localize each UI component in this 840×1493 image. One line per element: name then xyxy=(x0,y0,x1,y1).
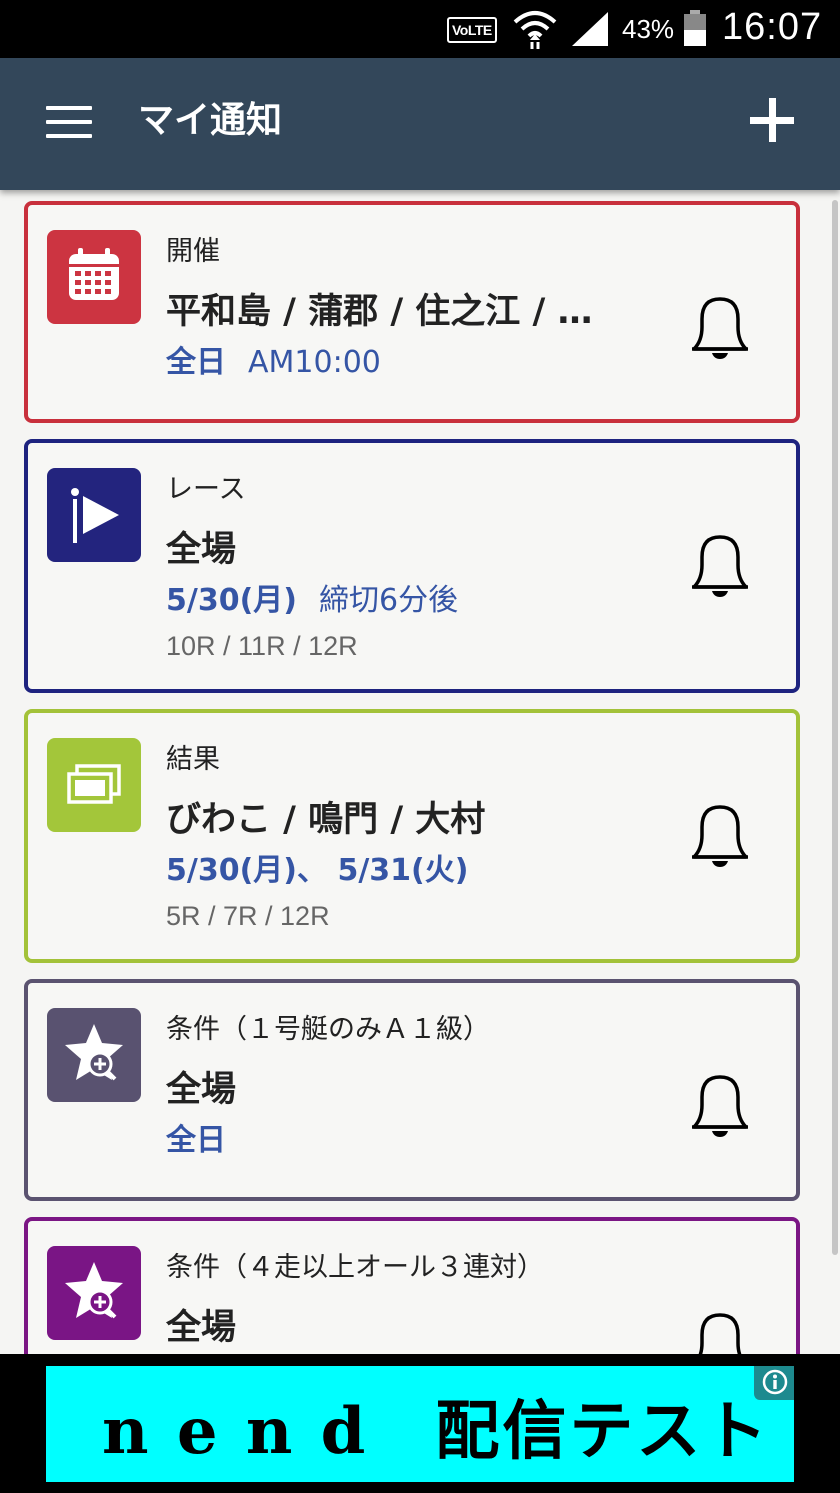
volte-indicator: VoLTE xyxy=(447,17,497,43)
card-category: 条件（１号艇のみＡ１級） xyxy=(166,1014,490,1045)
race-start-flag-icon xyxy=(47,468,141,562)
card-races: 10R / 11R / 12R xyxy=(166,631,358,661)
star-condition-icon xyxy=(47,1008,141,1102)
notification-card-condition[interactable]: 条件（４走以上オール３連対） 全場 xyxy=(24,1217,800,1354)
battery-percent: 43% xyxy=(622,14,675,44)
card-date: 全日 xyxy=(166,345,226,380)
notification-list[interactable]: 開催 平和島 / 蒲郡 / 住之江 / … 全日 AM10:00 レース 全場 5… xyxy=(0,190,840,1354)
card-date: 5/30(月) xyxy=(166,583,298,618)
result-cards-icon xyxy=(47,738,141,832)
app-bar: マイ通知 xyxy=(0,58,840,190)
hamburger-menu-icon[interactable] xyxy=(46,106,92,138)
calendar-icon xyxy=(47,230,141,324)
card-date: 5/30(月)、 5/31(火) xyxy=(166,853,469,888)
ad-banner[interactable]: n e n d 配信テスト xyxy=(46,1366,794,1482)
card-date: 全日 xyxy=(166,1123,226,1158)
battery-icon xyxy=(682,10,708,52)
star-condition-icon xyxy=(47,1246,141,1340)
clock: 16:07 xyxy=(722,6,823,48)
status-bar: VoLTE 43% 16:07 xyxy=(0,0,840,58)
card-dateline: 全日 AM10:00 xyxy=(166,337,381,381)
page-title: マイ通知 xyxy=(138,100,283,141)
wifi-icon xyxy=(512,8,558,54)
card-time: AM10:00 xyxy=(248,345,381,380)
card-venues: 全場 xyxy=(166,1308,237,1348)
signal-icon xyxy=(570,10,610,52)
card-dateline: 5/30(月)、 5/31(火) xyxy=(166,845,468,889)
card-category: 条件（４走以上オール３連対） xyxy=(166,1252,544,1283)
notification-card-result[interactable]: 結果 びわこ / 鳴門 / 大村 5/30(月)、 5/31(火) 5R / 7… xyxy=(24,709,800,963)
ad-text: n e n d 配信テスト xyxy=(102,1394,771,1469)
ad-bar: n e n d 配信テスト xyxy=(0,1354,840,1493)
card-category: 開催 xyxy=(166,236,220,267)
scrollbar[interactable] xyxy=(832,200,838,1255)
card-venues: びわこ / 鳴門 / 大村 xyxy=(166,800,486,840)
card-venues: 平和島 / 蒲郡 / 住之江 / … xyxy=(166,292,593,332)
card-category: 結果 xyxy=(166,744,220,775)
add-notification-icon[interactable] xyxy=(750,98,794,142)
notification-card-condition[interactable]: 条件（１号艇のみＡ１級） 全場 全日 xyxy=(24,979,800,1201)
notification-card-event[interactable]: 開催 平和島 / 蒲郡 / 住之江 / … 全日 AM10:00 xyxy=(24,201,800,423)
info-icon[interactable] xyxy=(754,1366,794,1400)
card-deadline: 締切6分後 xyxy=(319,583,459,618)
card-races: 5R / 7R / 12R xyxy=(166,901,330,931)
card-venues: 全場 xyxy=(166,530,237,570)
bell-icon[interactable] xyxy=(684,1303,756,1354)
card-dateline: 5/30(月) 締切6分後 xyxy=(166,575,458,619)
card-venues: 全場 xyxy=(166,1070,237,1110)
card-category: レース xyxy=(166,474,246,505)
card-dateline: 全日 xyxy=(166,1115,226,1159)
bell-icon[interactable] xyxy=(684,525,756,601)
bell-icon[interactable] xyxy=(684,1065,756,1141)
notification-card-race[interactable]: レース 全場 5/30(月) 締切6分後 10R / 11R / 12R xyxy=(24,439,800,693)
bell-icon[interactable] xyxy=(684,795,756,871)
bell-icon[interactable] xyxy=(684,287,756,363)
